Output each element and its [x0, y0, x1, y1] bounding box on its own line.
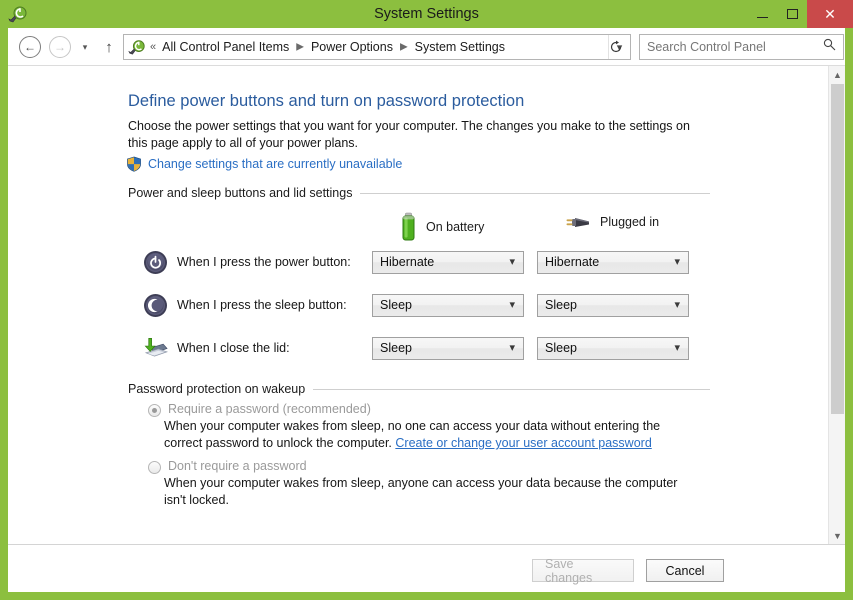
minimize-icon [756, 16, 768, 18]
cancel-button[interactable]: Cancel [646, 559, 724, 582]
create-change-password-link[interactable]: Create or change your user account passw… [395, 436, 651, 450]
scrollbar-thumb[interactable] [831, 84, 844, 414]
maximize-button[interactable] [777, 0, 807, 28]
column-header-on-battery: On battery [400, 212, 484, 242]
description-require-password: When your computer wakes from sleep, no … [164, 418, 688, 452]
page-description: Choose the power settings that you want … [128, 119, 690, 150]
description-dont-require-password: When your computer wakes from sleep, any… [164, 476, 678, 507]
radio-button-icon[interactable] [148, 404, 161, 417]
back-button[interactable]: ← [16, 33, 44, 61]
setting-label-sleep-button: When I press the sleep button: [177, 298, 347, 312]
back-arrow-icon: ← [19, 36, 41, 58]
breadcrumb-item-all-control-panel-items[interactable]: All Control Panel Items [161, 40, 290, 54]
dropdown-sleep-button-on-battery[interactable]: Sleep ▾ [372, 293, 524, 317]
breadcrumb-item-power-options[interactable]: Power Options [310, 40, 394, 54]
scroll-down-button[interactable]: ▼ [829, 527, 845, 544]
setting-label-power-button: When I press the power button: [177, 255, 351, 269]
power-section-heading: Power and sleep buttons and lid settings [128, 186, 710, 200]
chevron-down-icon: ▾ [509, 255, 515, 268]
setting-row-close-lid: When I close the lid: Sleep ▾ Sleep ▾ [142, 336, 702, 360]
search-icon[interactable] [823, 38, 836, 56]
window-controls: ✕ [747, 0, 853, 28]
address-overflow-chevron[interactable]: « [150, 41, 156, 53]
uac-link-label[interactable]: Change settings that are currently unava… [148, 157, 402, 171]
sleep-button-icon [142, 292, 168, 318]
window-title: System Settings [374, 6, 479, 22]
forward-arrow-icon: → [49, 36, 71, 58]
scroll-up-button[interactable]: ▲ [829, 66, 845, 83]
setting-label-close-lid: When I close the lid: [177, 341, 290, 355]
dropdown-value: Hibernate [545, 255, 600, 269]
recent-locations-button[interactable]: ▾ [76, 33, 94, 61]
breadcrumb-item-system-settings[interactable]: System Settings [414, 40, 506, 54]
dropdown-sleep-button-plugged-in[interactable]: Sleep ▾ [537, 293, 689, 317]
dropdown-power-button-on-battery[interactable]: Hibernate ▾ [372, 250, 524, 274]
section-divider [313, 388, 710, 390]
section-divider [360, 192, 710, 194]
title-bar: System Settings ✕ [0, 0, 853, 28]
radio-label-dont-require-password: Don't require a password [168, 459, 307, 473]
close-button[interactable]: ✕ [807, 0, 853, 28]
dropdown-value: Sleep [380, 298, 412, 312]
shield-icon [126, 156, 142, 172]
chevron-down-icon: ▾ [674, 341, 680, 354]
password-section-heading-label: Password protection on wakeup [128, 382, 306, 396]
refresh-icon [610, 40, 622, 53]
power-button-icon [142, 249, 168, 275]
setting-row-sleep-button: When I press the sleep button: Sleep ▾ S… [142, 293, 702, 317]
radio-require-password[interactable]: Require a password (recommended) [148, 402, 371, 417]
column-label-plugged-in: Plugged in [600, 215, 660, 229]
column-header-plugged-in: Plugged in [565, 212, 659, 232]
navigation-bar: ← → ▾ ↑ « All Control Panel Items ▶ Powe… [8, 28, 845, 66]
dropdown-value: Sleep [545, 298, 577, 312]
chevron-down-icon: ▾ [509, 298, 515, 311]
chevron-down-icon: ▾ [509, 341, 515, 354]
search-input[interactable]: Search Control Panel [647, 40, 766, 54]
save-changes-button[interactable]: Save changes [532, 557, 634, 585]
footer-bar: Save changes Cancel [8, 544, 845, 592]
dropdown-value: Hibernate [380, 255, 435, 269]
battery-icon [402, 212, 415, 241]
search-box[interactable]: Search Control Panel [639, 34, 844, 60]
radio-dont-require-password[interactable]: Don't require a password [148, 459, 307, 474]
forward-button[interactable]: → [46, 33, 74, 61]
vertical-scrollbar[interactable]: ▲ ▼ [828, 66, 845, 544]
system-settings-window: System Settings ✕ ← → ▾ ↑ « All Control … [0, 0, 853, 600]
dropdown-value: Sleep [380, 341, 412, 355]
radio-label-require-password: Require a password (recommended) [168, 402, 371, 416]
dropdown-value: Sleep [545, 341, 577, 355]
dropdown-power-button-plugged-in[interactable]: Hibernate ▾ [537, 250, 689, 274]
chevron-down-icon: ▾ [674, 255, 680, 268]
content-panel: Define power buttons and turn on passwor… [8, 66, 845, 544]
address-bar[interactable]: « All Control Panel Items ▶ Power Option… [123, 34, 631, 60]
change-unavailable-settings-link[interactable]: Change settings that are currently unava… [126, 156, 402, 172]
dropdown-close-lid-on-battery[interactable]: Sleep ▾ [372, 336, 524, 360]
power-options-icon [128, 38, 146, 56]
breadcrumb-separator-icon[interactable]: ▶ [296, 41, 304, 52]
power-plug-icon [566, 218, 589, 227]
close-lid-icon [142, 335, 168, 361]
refresh-button[interactable] [603, 34, 629, 60]
maximize-icon [786, 9, 798, 19]
up-button[interactable]: ↑ [98, 33, 120, 61]
minimize-button[interactable] [747, 0, 777, 28]
setting-row-power-button: When I press the power button: Hibernate… [142, 250, 702, 274]
column-label-on-battery: On battery [426, 220, 485, 234]
chevron-down-icon: ▾ [82, 41, 88, 52]
breadcrumb-separator-icon[interactable]: ▶ [400, 41, 408, 52]
page-title: Define power buttons and turn on passwor… [128, 92, 525, 110]
radio-button-icon[interactable] [148, 461, 161, 474]
password-section-heading: Password protection on wakeup [128, 382, 710, 396]
dropdown-close-lid-plugged-in[interactable]: Sleep ▾ [537, 336, 689, 360]
up-arrow-icon: ↑ [105, 38, 113, 56]
chevron-down-icon: ▾ [674, 298, 680, 311]
power-section-heading-label: Power and sleep buttons and lid settings [128, 186, 353, 200]
